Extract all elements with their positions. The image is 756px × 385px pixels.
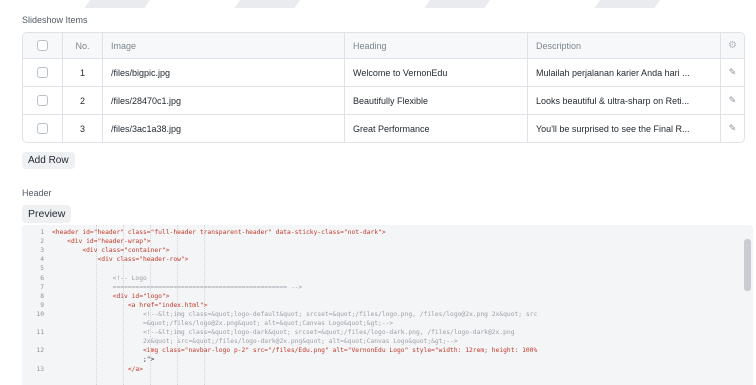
line-number: 5 — [40, 265, 44, 273]
row-edit-cell[interactable]: ✎ — [720, 115, 744, 142]
row-description-cell[interactable]: Looks beautiful & ultra-sharp on Reti... — [527, 87, 720, 114]
code-text: <div id="logo"> — [52, 292, 170, 300]
code-text: <div class="container"> — [52, 247, 170, 255]
slideshow-items-table: No. Image Heading Description ⚙ 1 /files… — [22, 32, 745, 143]
code-text: <div class="header-row"> — [52, 256, 189, 264]
line-number: 3 — [40, 247, 44, 255]
code-line[interactable]: 6 <!-- Logo — [22, 274, 722, 283]
code-line[interactable]: 5 — [22, 264, 722, 273]
row-select-cell[interactable] — [23, 59, 62, 86]
row-heading-cell[interactable]: Welcome to VernonEdu — [344, 59, 527, 86]
header-section-label: Header — [22, 188, 52, 198]
col-description-header: Description — [527, 33, 720, 58]
code-text: <header id="header" class="full-header t… — [52, 229, 386, 236]
line-number: 2 — [40, 238, 44, 246]
select-all-cell[interactable] — [23, 33, 62, 58]
row-number: 2 — [62, 87, 102, 114]
code-line[interactable]: 2 <div id="header-wrap"> — [22, 237, 722, 246]
row-number: 1 — [62, 59, 102, 86]
code-text: =&quot;/files/logo@2x.png&quot; alt=&quo… — [52, 320, 394, 327]
code-text: <!--&lt;img class=&quot;logo-default&quo… — [52, 310, 538, 318]
table-row[interactable]: 2 /files/28470c1.jpg Beautifully Flexibl… — [23, 86, 744, 114]
row-description-text: You'll be surprised to see the Final R..… — [536, 123, 690, 134]
code-line[interactable]: 9 <a href="index.html"> — [22, 301, 722, 310]
code-text: ;"> — [52, 356, 155, 364]
column-settings-cell[interactable]: ⚙ — [720, 33, 744, 58]
select-all-checkbox[interactable] — [37, 40, 48, 51]
row-image-cell[interactable]: /files/bigpic.jpg — [102, 59, 344, 86]
code-text: <img class="navbar-logo p-2" src="/files… — [52, 347, 538, 355]
code-text: <div id="header-wrap"> — [52, 238, 151, 246]
line-number: 1 — [40, 229, 44, 236]
row-edit-cell[interactable]: ✎ — [720, 87, 744, 114]
row-checkbox[interactable] — [37, 95, 48, 106]
row-description-text: Looks beautiful & ultra-sharp on Reti... — [536, 95, 690, 106]
table-header-row: No. Image Heading Description ⚙ — [23, 33, 744, 58]
code-editor[interactable]: 1 <header id="header" class="full-header … — [22, 225, 753, 385]
pencil-icon[interactable]: ✎ — [729, 95, 737, 106]
code-line[interactable]: 2x&quot; src=&quot;/files/logo-dark@2x.p… — [22, 337, 722, 346]
row-checkbox[interactable] — [37, 123, 48, 134]
code-line[interactable]: =&quot;/files/logo@2x.png&quot; alt=&quo… — [22, 319, 722, 328]
code-text: <!-- Logo — [52, 274, 147, 282]
table-row[interactable]: 1 /files/bigpic.jpg Welcome to VernonEdu… — [23, 58, 744, 86]
slideshow-items-label: Slideshow Items — [22, 15, 88, 25]
line-number: 12 — [36, 347, 44, 355]
row-description-cell[interactable]: You'll be surprised to see the Final R..… — [527, 115, 720, 142]
pencil-icon[interactable]: ✎ — [729, 67, 737, 78]
code-line[interactable]: 10 <!--&lt;img class=&quot;logo-default&… — [22, 310, 722, 319]
row-image-cell[interactable]: /files/3ac1a38.jpg — [102, 115, 344, 142]
preview-button[interactable]: Preview — [22, 205, 72, 223]
code-text: 2x&quot; src=&quot;/files/logo-dark@2x.p… — [52, 338, 458, 346]
code-line[interactable]: 7 ======================================… — [22, 283, 722, 292]
background-decoration — [0, 0, 756, 12]
row-number: 3 — [62, 115, 102, 142]
add-row-button[interactable]: Add Row — [22, 152, 75, 169]
code-line[interactable]: 11 <!--&lt;img class=&quot;logo-dark&quo… — [22, 328, 722, 337]
line-number: 10 — [36, 310, 44, 318]
row-heading-cell[interactable]: Great Performance — [344, 115, 527, 142]
row-description-text: Mulailah perjalanan karier Anda hari ... — [536, 67, 690, 78]
line-number: 7 — [40, 283, 44, 291]
code-line[interactable]: 3 <div class="container"> — [22, 246, 722, 255]
row-edit-cell[interactable]: ✎ — [720, 59, 744, 86]
line-number: 13 — [36, 365, 44, 373]
line-number: 9 — [40, 301, 44, 309]
code-line[interactable]: 13 </a> — [22, 365, 722, 374]
table-row[interactable]: 3 /files/3ac1a38.jpg Great Performance Y… — [23, 114, 744, 142]
line-number: 6 — [40, 274, 44, 282]
code-text: <!--&lt;img class=&quot;logo-dark&quot; … — [52, 329, 515, 337]
col-no-header: No. — [62, 33, 102, 58]
gear-icon[interactable]: ⚙ — [728, 40, 737, 51]
row-select-cell[interactable] — [23, 87, 62, 114]
code-line[interactable]: 4 <div class="header-row"> — [22, 255, 722, 264]
line-number: 11 — [36, 329, 44, 337]
code-text: ========================================… — [52, 283, 303, 291]
row-heading-cell[interactable]: Beautifully Flexible — [344, 87, 527, 114]
row-select-cell[interactable] — [23, 115, 62, 142]
row-image-cell[interactable]: /files/28470c1.jpg — [102, 87, 344, 114]
line-number: 8 — [40, 292, 44, 300]
code-text: <a href="index.html"> — [52, 301, 208, 309]
code-line[interactable]: ;"> — [22, 355, 722, 364]
code-text: </a> — [52, 365, 143, 373]
col-heading-header: Heading — [344, 33, 527, 58]
row-description-cell[interactable]: Mulailah perjalanan karier Anda hari ... — [527, 59, 720, 86]
code-line[interactable]: 12 <img class="navbar-logo p-2" src="/fi… — [22, 346, 722, 355]
editor-scrollbar-thumb[interactable] — [744, 239, 751, 291]
code-line[interactable]: 1 <header id="header" class="full-header … — [22, 228, 722, 237]
col-image-header: Image — [102, 33, 344, 58]
code-line[interactable]: 8 <div id="logo"> — [22, 292, 722, 301]
pencil-icon[interactable]: ✎ — [729, 123, 737, 134]
row-checkbox[interactable] — [37, 67, 48, 78]
line-number: 4 — [40, 256, 44, 264]
